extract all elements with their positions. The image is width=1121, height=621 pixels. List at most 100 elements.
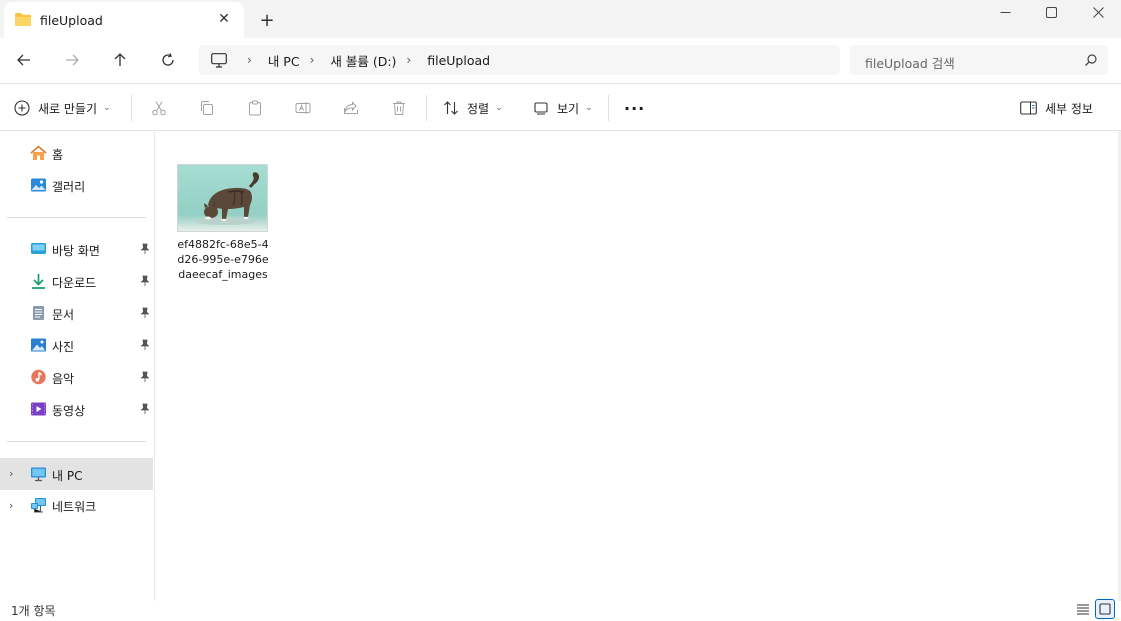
maximize-button[interactable] xyxy=(1028,0,1074,24)
command-bar: 새로 만들기 ⌄ 정렬 ⌄ 보기 ⌄ ··· 세부 정보 xyxy=(0,85,1121,131)
copy-icon xyxy=(201,101,213,115)
pin-icon[interactable] xyxy=(139,371,151,383)
search-input[interactable]: fileUpload 검색 xyxy=(850,45,1108,75)
copy-button[interactable] xyxy=(199,85,215,131)
sidebar-item-videos[interactable]: 동영상 xyxy=(0,394,153,424)
tab-fileupload[interactable]: fileUpload ✕ xyxy=(4,2,244,38)
cut-button[interactable] xyxy=(151,85,167,131)
new-button[interactable]: 새로 만들기 ⌄ xyxy=(14,85,111,131)
divider xyxy=(608,95,609,121)
file-name-line: d26-995e-e796e xyxy=(177,253,269,266)
file-thumbnail[interactable] xyxy=(177,164,268,232)
view-button[interactable]: 보기 ⌄ xyxy=(533,85,593,131)
back-button[interactable] xyxy=(10,48,38,72)
sidebar-item-network[interactable]: › 네트워크 xyxy=(0,490,153,520)
download-icon xyxy=(32,274,45,289)
details-pane-icon xyxy=(1020,101,1037,115)
delete-button[interactable] xyxy=(391,85,407,131)
title-bar: fileUpload ✕ + xyxy=(0,0,1121,38)
trash-icon xyxy=(393,101,405,115)
divider xyxy=(131,95,132,121)
address-bar[interactable]: › 내 PC › 새 볼륨 (D:) › fileUpload xyxy=(199,45,840,75)
details-view-button[interactable] xyxy=(1073,599,1093,619)
close-window-button[interactable] xyxy=(1075,0,1121,24)
tab-title: fileUpload xyxy=(40,13,103,28)
sidebar-item-my-pc[interactable]: › 내 PC xyxy=(0,458,153,490)
new-tab-button[interactable]: + xyxy=(257,10,277,31)
file-name-line: ef4882fc-68e5-4 xyxy=(177,238,269,251)
close-tab-icon[interactable]: ✕ xyxy=(216,11,232,27)
close-icon xyxy=(1092,6,1104,18)
breadcrumb-volume-d[interactable]: 새 볼륨 (D:) xyxy=(330,51,396,70)
details-button[interactable]: 세부 정보 xyxy=(1020,85,1093,131)
sidebar-item-documents[interactable]: 문서 xyxy=(0,298,153,328)
monitor-icon xyxy=(211,52,227,68)
navigation-pane: 홈 갤러리 바탕 화면 다운로드 문서 사진 음악 동영상 › 내 PC › 네… xyxy=(0,131,155,601)
forward-button[interactable] xyxy=(58,48,86,72)
refresh-icon xyxy=(162,53,174,66)
chevron-right-icon[interactable]: › xyxy=(247,53,252,67)
sort-label: 정렬 xyxy=(467,101,490,116)
new-label: 새로 만들기 xyxy=(38,101,98,116)
large-icons-view-button[interactable] xyxy=(1095,599,1115,619)
arrow-right-icon xyxy=(66,54,79,66)
file-name[interactable]: ef4882fc-68e5-4 d26-995e-e796e daeecaf_i… xyxy=(176,237,270,282)
gallery-icon xyxy=(31,178,46,192)
status-bar: 1개 항목 xyxy=(0,597,1121,621)
minimize-button[interactable] xyxy=(982,0,1028,24)
breadcrumb-fileupload[interactable]: fileUpload xyxy=(427,53,490,68)
sidebar-item-label: 사진 xyxy=(52,340,75,354)
sidebar-item-label: 문서 xyxy=(52,308,75,322)
chevron-down-icon: ⌄ xyxy=(585,103,593,113)
sort-button[interactable]: 정렬 ⌄ xyxy=(443,85,503,131)
sidebar-item-label: 갤러리 xyxy=(52,180,86,194)
folder-icon xyxy=(15,13,31,26)
chevron-right-icon[interactable]: › xyxy=(9,467,19,480)
divider xyxy=(426,95,427,121)
sidebar-item-label: 바탕 화면 xyxy=(52,244,100,258)
maximize-icon xyxy=(1045,6,1057,18)
pin-icon[interactable] xyxy=(139,403,151,415)
sidebar-item-music[interactable]: 음악 xyxy=(0,362,153,392)
details-label: 세부 정보 xyxy=(1045,101,1093,116)
search-placeholder: fileUpload 검색 xyxy=(865,56,955,71)
pin-icon[interactable] xyxy=(139,339,151,351)
refresh-button[interactable] xyxy=(154,48,182,72)
pin-icon[interactable] xyxy=(139,275,151,287)
more-options-button[interactable]: ··· xyxy=(624,85,645,131)
sidebar-item-gallery[interactable]: 갤러리 xyxy=(0,170,153,200)
file-name-line: daeecaf_images xyxy=(178,268,268,281)
paste-button[interactable] xyxy=(247,85,263,131)
chevron-right-icon[interactable]: › xyxy=(310,53,315,67)
sidebar-item-downloads[interactable]: 다운로드 xyxy=(0,266,153,296)
view-label: 보기 xyxy=(557,101,580,116)
list-view-icon xyxy=(1077,604,1089,615)
network-icon xyxy=(31,498,46,513)
arrow-up-icon xyxy=(114,53,126,66)
sort-icon xyxy=(444,101,458,115)
clipboard-icon xyxy=(249,100,261,116)
minimize-icon xyxy=(1000,11,1010,13)
breadcrumb-my-pc[interactable]: 내 PC xyxy=(268,51,300,70)
sidebar-item-label: 홈 xyxy=(52,148,64,162)
plus-circle-icon xyxy=(14,100,30,116)
file-list xyxy=(156,131,1121,601)
sidebar-item-home[interactable]: 홈 xyxy=(0,138,153,168)
pin-icon[interactable] xyxy=(139,243,151,255)
up-button[interactable] xyxy=(106,48,134,72)
sidebar-item-label: 음악 xyxy=(52,372,75,386)
tiles-view-icon xyxy=(1099,603,1111,615)
sidebar-item-label: 동영상 xyxy=(52,404,86,418)
sidebar-item-pictures[interactable]: 사진 xyxy=(0,330,153,360)
chevron-right-icon[interactable]: › xyxy=(406,53,411,67)
share-icon xyxy=(344,101,358,114)
sidebar-item-desktop[interactable]: 바탕 화면 xyxy=(0,234,153,264)
videos-icon xyxy=(31,402,46,416)
chevron-right-icon[interactable]: › xyxy=(9,499,19,512)
share-button[interactable] xyxy=(343,85,359,131)
navigation-bar: › 내 PC › 새 볼륨 (D:) › fileUpload fileUplo… xyxy=(0,38,1121,84)
rename-button[interactable] xyxy=(295,85,311,131)
scissors-icon xyxy=(152,101,166,116)
pc-icon xyxy=(31,467,46,482)
pin-icon[interactable] xyxy=(139,307,151,319)
